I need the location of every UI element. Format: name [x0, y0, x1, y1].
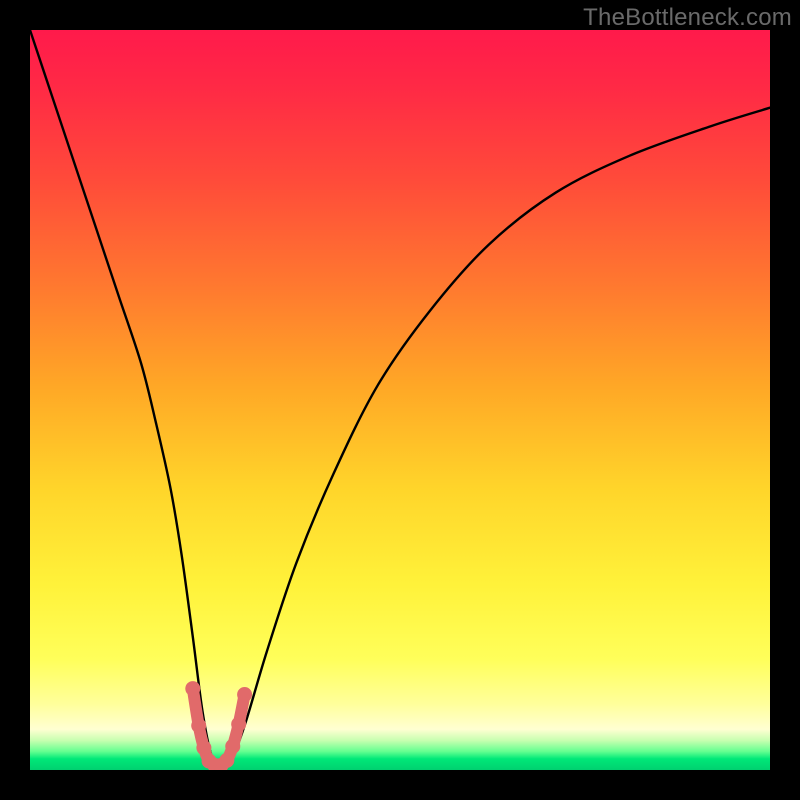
trough-dot: [196, 740, 211, 755]
trough-dot: [237, 687, 252, 702]
trough-dots: [185, 681, 252, 770]
bottleneck-curve: [30, 30, 770, 767]
watermark-text: TheBottleneck.com: [583, 4, 792, 32]
trough-dot: [231, 717, 246, 732]
trough-dot: [225, 739, 240, 754]
trough-dot: [191, 718, 206, 733]
trough-dot: [219, 753, 234, 768]
curve-layer: [30, 30, 770, 770]
chart-frame: TheBottleneck.com: [0, 0, 800, 800]
trough-dot: [185, 681, 200, 696]
plot-area: [30, 30, 770, 770]
